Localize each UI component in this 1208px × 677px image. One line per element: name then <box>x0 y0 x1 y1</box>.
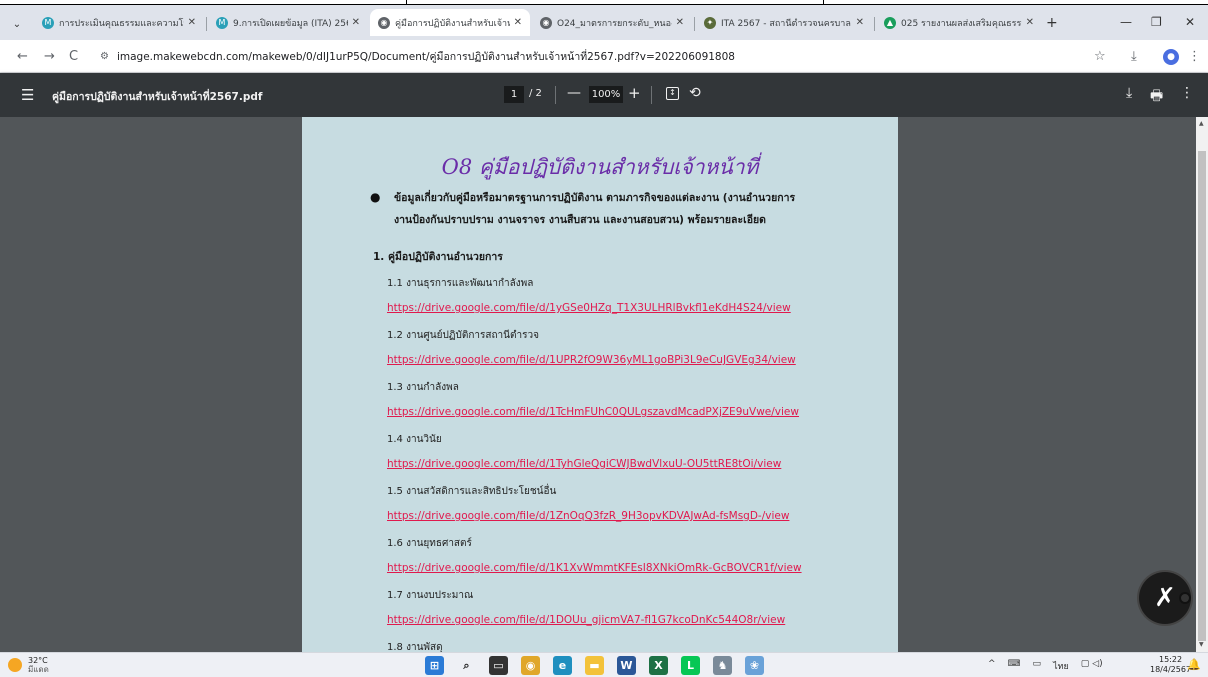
list-item-label: 1.7 งานงบประมาณ <box>387 590 474 601</box>
line-icon[interactable]: L <box>681 656 700 675</box>
list-item-label: 1.8 งานพัสดุ <box>387 642 443 652</box>
file-explorer-icon[interactable]: ▬ <box>585 656 604 675</box>
profile-avatar[interactable]: ● <box>1163 49 1179 65</box>
globe-icon: ◉ <box>540 16 552 29</box>
zoom-out-button[interactable]: — <box>567 85 581 101</box>
page-number-input[interactable]: 1 <box>504 86 524 103</box>
scroll-up-icon[interactable]: ▲ <box>1199 120 1204 127</box>
drive-link[interactable]: https://drive.google.com/file/d/1yGSe0HZ… <box>387 302 791 314</box>
task-view-icon[interactable]: ▭ <box>489 656 508 675</box>
scroll-down-icon[interactable]: ▼ <box>1199 641 1204 648</box>
bookmark-star-icon[interactable]: ☆ <box>1094 49 1106 64</box>
scrollbar-thumb[interactable] <box>1198 151 1206 641</box>
document-heading: O8 คู่มือปฏิบัติงานสำหรับเจ้าหน้าที่ <box>441 155 759 179</box>
app-icon[interactable]: ❀ <box>745 656 764 675</box>
close-tab-icon[interactable]: ✕ <box>514 17 522 28</box>
bullet-icon: ● <box>370 190 381 204</box>
drive-link[interactable]: https://drive.google.com/file/d/1TyhGleQ… <box>387 458 781 470</box>
system-tray[interactable]: ^ ⌨ ▭ ไทย ▢ ◁) <box>988 659 1103 673</box>
chevron-up-icon[interactable]: ^ <box>988 659 996 673</box>
close-tab-icon[interactable]: ✕ <box>188 17 196 28</box>
list-item-label: 1.1 งานธุรการและพัฒนากำลังพล <box>387 278 534 289</box>
list-item-label: 1.4 งานวินัย <box>387 434 442 445</box>
app-icon[interactable]: ♞ <box>713 656 732 675</box>
browser-tab[interactable]: ◉ O24_มาตรการยกระดับ_หนองแว ✕ <box>532 9 692 36</box>
word-icon[interactable]: W <box>617 656 636 675</box>
network-volume-icon[interactable]: ▢ ◁) <box>1081 659 1103 673</box>
m-logo-icon: M <box>42 16 54 29</box>
google-drive-icon: ▲ <box>884 16 896 29</box>
new-tab-button[interactable]: + <box>1046 15 1058 31</box>
close-window-button[interactable]: ✕ <box>1185 15 1195 29</box>
tab-strip: ⌄ M การประเมินคุณธรรมและความโปร่งใ ✕ M 9… <box>0 5 1208 40</box>
print-icon[interactable]: 🖶 <box>1150 85 1163 109</box>
minimize-button[interactable]: — <box>1120 15 1132 29</box>
list-item-label: 1.2 งานศูนย์ปฏิบัติการสถานีตำรวจ <box>387 330 539 341</box>
reload-button[interactable]: C <box>69 49 78 64</box>
sun-icon <box>8 658 22 672</box>
tab-search-button[interactable]: ⌄ <box>6 13 28 35</box>
globe-icon: ◉ <box>378 16 390 29</box>
pdf-more-icon[interactable]: ⋮ <box>1180 85 1194 101</box>
zoom-in-button[interactable]: + <box>628 84 641 102</box>
m-logo-icon: M <box>216 16 228 29</box>
pdf-page: O8 คู่มือปฏิบัติงานสำหรับเจ้าหน้าที่ ● ข… <box>302 117 898 652</box>
close-tab-icon[interactable]: ✕ <box>1026 17 1034 28</box>
clock[interactable]: 15:22 18/4/2567 <box>1150 655 1191 675</box>
weather-widget[interactable]: 32°C มีแดด <box>8 656 49 674</box>
drive-link[interactable]: https://drive.google.com/file/d/1UPR2fO9… <box>387 354 796 366</box>
zoom-level-input[interactable]: 100% <box>589 86 623 103</box>
pdf-download-icon[interactable]: ⤓ <box>1126 85 1132 101</box>
windows-taskbar: 32°C มีแดด ⊞ ⌕ ▭ ◉ e ▬ W X L ♞ ❀ ^ ⌨ ▭ ไ… <box>0 652 1208 677</box>
pdf-toolbar: ☰ คู่มือการปฏิบัติงานสำหรับเจ้าหน้าที่25… <box>0 73 1208 117</box>
address-bar: ← → C ⚙ image.makewebcdn.com/makeweb/0/d… <box>0 40 1208 73</box>
sidebar-menu-icon[interactable]: ☰ <box>21 86 34 104</box>
drive-link[interactable]: https://drive.google.com/file/d/1K1XvWmm… <box>387 562 802 574</box>
forward-button[interactable]: → <box>44 49 55 64</box>
browser-tab[interactable]: ▲ 025 รายงานผลส่งเสริมคุณธรรม ✕ <box>876 9 1042 36</box>
section-title: 1. คู่มือปฏิบัติงานอำนวยการ <box>373 251 503 263</box>
intro-text: ข้อมูลเกี่ยวกับคู่มือหรือมาตรฐานการปฏิบั… <box>394 192 796 226</box>
close-tab-icon[interactable]: ✕ <box>856 17 864 28</box>
fit-page-icon[interactable]: ↕ <box>666 87 679 100</box>
pdf-filename: คู่มือการปฏิบัติงานสำหรับเจ้าหน้าที่2567… <box>52 91 263 103</box>
pdf-viewer[interactable]: O8 คู่มือปฏิบัติงานสำหรับเจ้าหน้าที่ ● ข… <box>0 117 1196 652</box>
vertical-scrollbar[interactable]: ▲ ▼ <box>1196 117 1208 652</box>
download-icon[interactable]: ⤓ <box>1131 49 1137 64</box>
excel-icon[interactable]: X <box>649 656 668 675</box>
edge-icon[interactable]: e <box>553 656 572 675</box>
restore-button[interactable]: ❐ <box>1151 15 1162 29</box>
police-badge-icon: ✦ <box>704 16 716 29</box>
site-info-icon[interactable]: ⚙ <box>100 51 109 62</box>
list-item-label: 1.3 งานกำลังพล <box>387 382 459 393</box>
cursor-overlay-icon: ✗ <box>1139 572 1191 624</box>
page-total: / 2 <box>529 88 542 99</box>
browser-menu-icon[interactable]: ⋮ <box>1188 49 1201 64</box>
notification-icon[interactable]: 🔔 <box>1187 658 1201 671</box>
drive-link[interactable]: https://drive.google.com/file/d/1ZnOqQ3f… <box>387 510 789 522</box>
back-button[interactable]: ← <box>17 49 28 64</box>
display-icon[interactable]: ▭ <box>1033 659 1042 673</box>
close-tab-icon[interactable]: ✕ <box>352 17 360 28</box>
windows-start-icon[interactable]: ⊞ <box>425 656 444 675</box>
browser-tab[interactable]: M 9.การเปิดเผยข้อมูล (ITA) 2567 - ✕ <box>208 9 368 36</box>
language-indicator[interactable]: ไทย <box>1053 659 1069 673</box>
close-tab-icon[interactable]: ✕ <box>676 17 684 28</box>
browser-tab-active[interactable]: ◉ คู่มือการปฏิบัติงานสำหรับเจ้าหน้าที่ ✕ <box>370 9 530 36</box>
browser-tab[interactable]: M การประเมินคุณธรรมและความโปร่งใ ✕ <box>34 9 204 36</box>
search-icon[interactable]: ⌕ <box>457 656 476 675</box>
rotate-icon[interactable]: ⟲ <box>689 85 701 101</box>
browser-tab[interactable]: ✦ ITA 2567 - สถานีตำรวจนครบาล ✕ <box>696 9 872 36</box>
drive-link[interactable]: https://drive.google.com/file/d/1TcHmFUh… <box>387 406 799 418</box>
list-item-label: 1.6 งานยุทธศาสตร์ <box>387 538 472 549</box>
drive-link[interactable]: https://drive.google.com/file/d/1DOUu_gj… <box>387 614 785 626</box>
keyboard-icon[interactable]: ⌨ <box>1008 659 1021 673</box>
list-item-label: 1.5 งานสวัสดิการและสิทธิประโยชน์อื่น <box>387 486 557 497</box>
url-input[interactable]: ⚙ image.makewebcdn.com/makeweb/0/dIJ1urP… <box>94 44 1084 69</box>
chrome-icon[interactable]: ◉ <box>521 656 540 675</box>
